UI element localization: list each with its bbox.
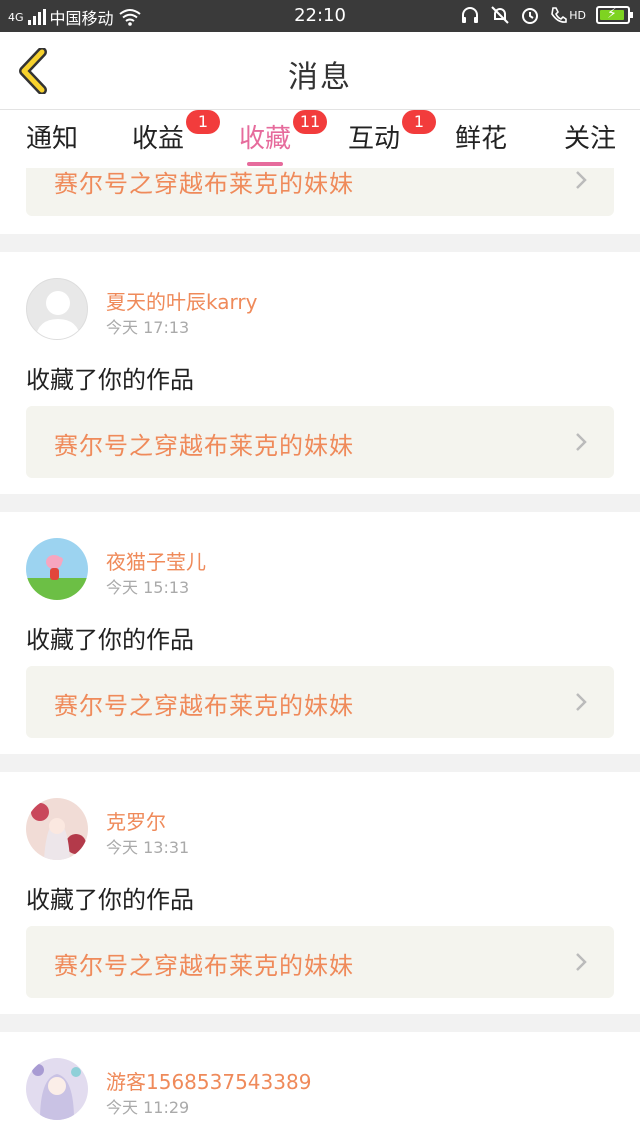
unread-badge: 11 (293, 110, 327, 134)
tab-label: 互动 (347, 124, 400, 154)
work-link[interactable]: 赛尔号之穿越布莱克的妹妹 (26, 926, 614, 998)
message-card: 夏天的叶辰karry 今天 17:13 收藏了你的作品 赛尔号之穿越布莱克的妹妹 (0, 252, 640, 494)
page-title: 消息 (288, 60, 352, 95)
anime-girl-purple-avatar-icon[interactable] (26, 1058, 88, 1120)
work-title: 赛尔号之穿越布莱克的妹妹 (54, 692, 354, 720)
work-link[interactable]: 赛尔号之穿越布莱克的妹妹 (26, 406, 614, 478)
tab-notifications[interactable]: 通知 (12, 118, 92, 166)
tab-earnings[interactable]: 收益 1 (118, 110, 220, 166)
chevron-right-icon (576, 433, 587, 451)
battery-icon: ⚡ (596, 6, 633, 24)
chevron-right-icon (576, 171, 587, 189)
alarm-icon (522, 8, 539, 24)
work-link[interactable]: 赛尔号之穿越布莱克的妹妹 (26, 168, 614, 216)
unread-badge: 1 (186, 110, 220, 134)
timestamp: 今天 15:13 (106, 578, 190, 597)
tab-interactions[interactable]: 互动 1 (334, 110, 436, 166)
tab-bar: 通知 收益 1 收藏 11 互动 1 鲜花 关注 (0, 110, 640, 168)
message-feed[interactable]: 赛尔号之穿越布莱克的妹妹 夏天的叶辰karry 今天 17:13 收藏了你的作品… (0, 168, 640, 1138)
hd-call-icon: HD (550, 6, 586, 24)
message-card: 赛尔号之穿越布莱克的妹妹 (0, 168, 640, 234)
unread-badge: 1 (402, 110, 436, 134)
tab-label: 关注 (563, 124, 616, 154)
tab-label: 收藏 (238, 124, 291, 154)
tab-label: 鲜花 (454, 124, 507, 154)
mute-bell-icon (491, 6, 509, 24)
action-text: 收藏了你的作品 (26, 886, 194, 914)
tab-label: 通知 (25, 124, 78, 154)
peppa-avatar-icon[interactable] (26, 538, 88, 600)
username[interactable]: 夜猫子莹儿 (106, 546, 206, 575)
chevron-right-icon (576, 953, 587, 971)
action-text: 收藏了你的作品 (26, 626, 194, 654)
work-link[interactable]: 赛尔号之穿越布莱克的妹妹 (26, 666, 614, 738)
status-bar: 4G 中国移动 22:10 HD ⚡ (0, 0, 640, 32)
timestamp: 今天 17:13 (106, 318, 190, 337)
message-card: 克罗尔 今天 13:31 收藏了你的作品 赛尔号之穿越布莱克的妹妹 (0, 772, 640, 1014)
tab-following[interactable]: 关注 (550, 118, 630, 166)
message-card: 夜猫子莹儿 今天 15:13 收藏了你的作品 赛尔号之穿越布莱克的妹妹 (0, 512, 640, 754)
headphones-icon (462, 7, 479, 23)
username[interactable]: 克罗尔 (106, 806, 166, 835)
timestamp: 今天 11:29 (106, 1098, 190, 1117)
work-title: 赛尔号之穿越布莱克的妹妹 (54, 952, 354, 980)
chevron-right-icon (576, 693, 587, 711)
default-avatar-icon[interactable] (26, 278, 88, 340)
username[interactable]: 游客1568537543389 (106, 1066, 311, 1095)
action-text: 收藏了你的作品 (26, 366, 194, 394)
work-title: 赛尔号之穿越布莱克的妹妹 (54, 170, 354, 198)
timestamp: 今天 13:31 (106, 838, 190, 857)
status-right: HD ⚡ (460, 5, 633, 25)
anime-girl-avatar-icon[interactable] (26, 798, 88, 860)
message-card: 游客1568537543389 今天 11:29 (0, 1032, 640, 1138)
tab-flowers[interactable]: 鲜花 (441, 118, 521, 166)
active-tab-indicator (247, 162, 283, 166)
hd-label: HD (569, 8, 586, 22)
work-title: 赛尔号之穿越布莱克的妹妹 (54, 432, 354, 460)
tab-favorites[interactable]: 收藏 11 (225, 110, 327, 166)
app-header: 消息 (0, 32, 640, 110)
username[interactable]: 夏天的叶辰karry (106, 286, 257, 315)
tab-label: 收益 (131, 124, 184, 154)
